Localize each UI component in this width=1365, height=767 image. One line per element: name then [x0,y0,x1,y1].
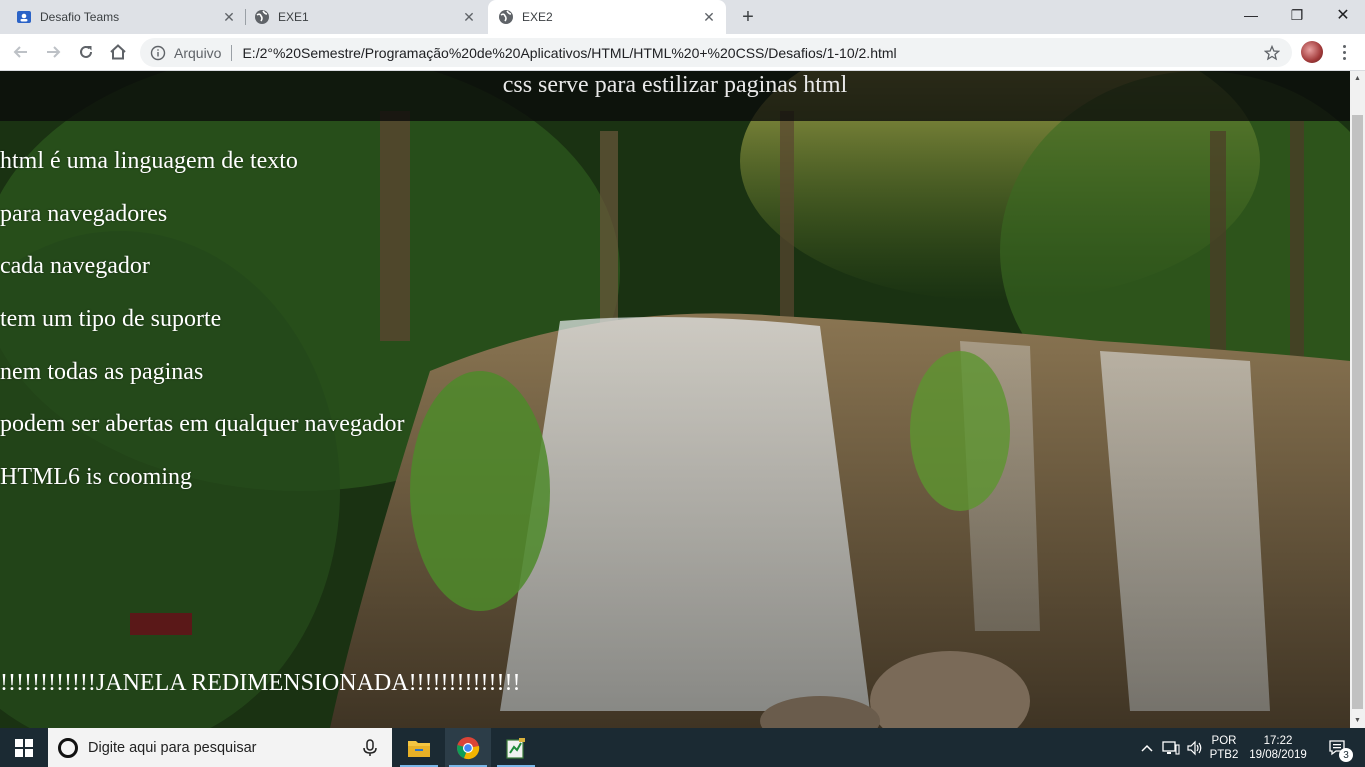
volume-icon[interactable] [1184,728,1206,767]
vertical-scrollbar[interactable]: ▲ ▼ [1350,71,1365,728]
new-tab-button[interactable]: + [736,5,760,29]
clock[interactable]: 17:22 19/08/2019 [1244,728,1312,767]
microphone-icon[interactable] [360,738,380,758]
bookmark-star-icon[interactable] [1264,45,1280,61]
browser-toolbar: Arquivo E:/2°%20Semestre/Programação%20d… [0,34,1365,71]
home-button[interactable] [105,39,131,65]
menu-kebab-icon[interactable] [1336,40,1352,64]
windows-logo-icon [15,738,33,757]
teams-icon [16,9,32,25]
scrollbar-thumb[interactable] [1352,115,1363,709]
tab-title: EXE1 [278,10,309,24]
globe-icon [498,9,514,25]
tab-exe2[interactable]: EXE2 ✕ [488,0,726,34]
file-explorer-icon[interactable] [396,728,442,767]
close-tab-icon[interactable]: ✕ [700,8,718,26]
minimize-button[interactable]: — [1228,0,1274,30]
text-line: para navegadores [0,200,168,227]
tab-exe1[interactable]: EXE1 ✕ [250,0,486,34]
language-indicator[interactable]: POR PTB2 [1206,728,1242,767]
address-bar[interactable]: Arquivo E:/2°%20Semestre/Programação%20d… [140,38,1292,67]
network-icon[interactable] [1160,728,1182,767]
text-line: cada navegador [0,253,150,280]
url-text[interactable]: E:/2°%20Semestre/Programação%20de%20Apli… [242,45,896,61]
home-icon [110,44,126,60]
search-placeholder: Digite aqui para pesquisar [88,739,257,756]
tab-title: Desafio Teams [40,10,120,24]
reload-icon [80,45,92,58]
taskbar-search[interactable]: Digite aqui para pesquisar [48,728,392,767]
clock-time: 17:22 [1263,734,1293,747]
notification-count-badge: 3 [1339,748,1353,762]
page-viewport: css serve para estilizar paginas html ht… [0,71,1350,728]
close-tab-icon[interactable]: ✕ [220,8,238,26]
resized-message: !!!!!!!!!!!!JANELA REDIMENSIONADA!!!!!!!… [0,670,521,696]
scroll-up-icon[interactable]: ▲ [1350,71,1365,86]
cortana-icon [58,737,78,758]
notepad-icon[interactable] [493,728,539,767]
close-window-button[interactable]: ✕ [1320,0,1365,30]
page-header: css serve para estilizar paginas html [0,71,1350,121]
browser-titlebar: Desafio Teams ✕ EXE1 ✕ EXE2 ✕ + — ❐ ✕ [0,0,1365,34]
chrome-icon[interactable] [445,728,491,767]
tab-desafio-teams[interactable]: Desafio Teams ✕ [12,0,246,34]
start-button[interactable] [0,728,48,767]
close-tab-icon[interactable]: ✕ [460,8,478,26]
restore-button[interactable]: ❐ [1274,0,1320,30]
profile-avatar[interactable] [1301,41,1323,63]
keyboard-layout: PTB2 [1209,748,1239,761]
text-lines: html é uma linguagem de texto para naveg… [0,145,405,514]
text-line: nem todas as paginas [0,358,204,385]
text-line: HTML6 is cooming [0,464,192,491]
globe-icon [254,9,270,25]
text-line: tem um tipo de suporte [0,306,222,333]
reload-button[interactable] [73,39,99,65]
chevron-up-icon[interactable] [1138,728,1156,767]
text-line: podem ser abertas em qualquer navegador [0,411,405,438]
forward-arrow-icon [47,46,61,58]
info-icon [150,45,166,60]
windows-taskbar: Digite aqui para pesquisar POR PTB2 17:2… [0,728,1365,767]
tab-title: EXE2 [522,10,553,24]
action-center-button[interactable]: 3 [1318,728,1358,767]
page-title: css serve para estilizar paginas html [502,72,848,98]
scroll-down-icon[interactable]: ▼ [1350,713,1365,728]
language-code: POR [1211,734,1237,747]
origin-label: Arquivo [174,44,222,61]
back-button[interactable] [8,39,34,65]
forward-button[interactable] [40,39,66,65]
clock-date: 19/08/2019 [1249,748,1307,761]
text-line: html é uma linguagem de texto [0,148,298,174]
back-arrow-icon [13,46,27,58]
